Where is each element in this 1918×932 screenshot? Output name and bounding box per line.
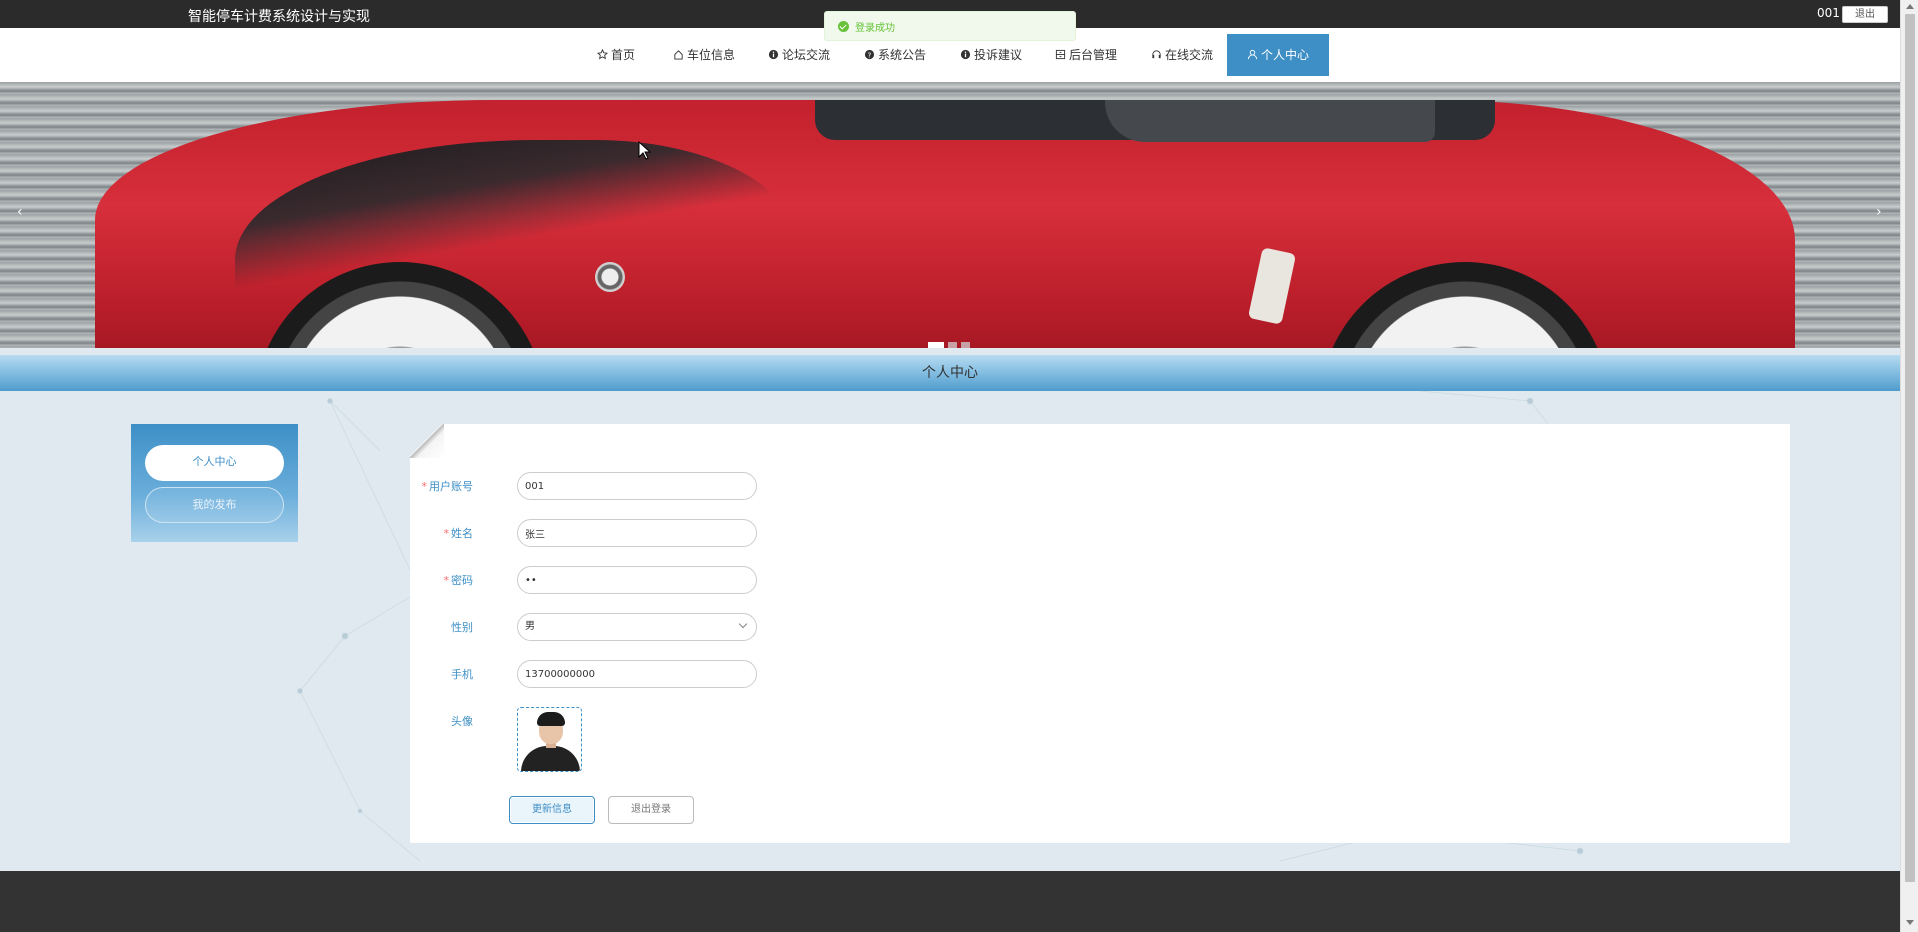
password-label: * 密码 (443, 574, 474, 587)
scroll-up-icon[interactable] (1906, 4, 1914, 9)
page-curl-decoration (410, 424, 444, 458)
top-logout-button[interactable]: 退出 (1842, 6, 1888, 23)
nav-label-home: 首页 (611, 48, 636, 62)
side-item-personal-center[interactable]: 个人中心 (145, 445, 284, 481)
vertical-scrollbar[interactable] (1900, 0, 1918, 932)
nav-item-parking-spaces[interactable]: 车位信息 (673, 28, 735, 82)
logout-button[interactable]: 退出登录 (608, 796, 694, 824)
banner-carousel: ‹ › (0, 82, 1900, 348)
home-icon (674, 50, 683, 60)
gender-label: 性别 (451, 621, 473, 634)
star-icon (597, 49, 608, 60)
car-badge (595, 262, 625, 292)
nav-label-forum: 论坛交流 (782, 48, 831, 62)
carousel-dot-2[interactable] (948, 342, 957, 348)
form-row-phone: 手机 (410, 660, 1790, 688)
svg-text:?: ? (868, 50, 872, 59)
form-row-avatar: 头像 (410, 707, 1790, 773)
carousel-dot-1[interactable] (928, 342, 944, 348)
name-label: * 姓名 (443, 527, 474, 540)
side-menu: 个人中心 我的发布 (131, 424, 298, 542)
question-circle-icon: ? (864, 49, 875, 59)
carousel-indicators (928, 337, 974, 348)
form-row-password: * 密码 (410, 566, 1790, 594)
gender-select-value: 男 (525, 621, 535, 632)
nav-label-complaints: 投诉建议 (974, 48, 1023, 62)
info-circle-icon (960, 49, 971, 60)
nav-label-announcements: 系统公告 (878, 48, 927, 62)
scrollbar-thumb[interactable] (1905, 14, 1915, 882)
section-header: 个人中心 (0, 355, 1900, 391)
scroll-down-icon[interactable] (1906, 920, 1914, 925)
footer (0, 871, 1900, 932)
profile-form-panel: *用户账号 *姓名 *密码 性别 男 手机 头像 更新信息 退出登录 (410, 424, 1790, 843)
nav-item-chat[interactable]: 在线交流 (1151, 28, 1213, 82)
account-label: * 用户账号 (421, 480, 474, 493)
carousel-dot-3[interactable] (961, 342, 970, 348)
nav-label-admin: 后台管理 (1069, 48, 1118, 62)
avatar-upload[interactable] (517, 707, 582, 772)
phone-label: 手机 (451, 668, 473, 681)
login-success-toast: 登录成功 (824, 11, 1076, 41)
avatar-label: 头像 (451, 715, 473, 728)
headset-icon (1152, 50, 1161, 59)
form-row-gender: 性别 男 (410, 613, 1790, 641)
update-info-button[interactable]: 更新信息 (509, 796, 595, 824)
nav-label-personal-center: 个人中心 (1261, 48, 1310, 62)
current-username: 001 (1817, 6, 1840, 20)
toast-message: 登录成功 (855, 23, 895, 34)
carousel-next-arrow[interactable]: › (1876, 204, 1882, 220)
side-item-my-posts[interactable]: 我的发布 (145, 487, 284, 523)
password-input[interactable] (517, 566, 757, 594)
check-circle-icon (838, 21, 849, 32)
nav-label-parking-spaces: 车位信息 (687, 48, 736, 62)
form-row-account: * 用户账号 (410, 472, 1790, 500)
nav-item-forum[interactable]: 论坛交流 (768, 28, 830, 82)
mouse-cursor-icon (638, 141, 652, 160)
nav-item-personal-center[interactable]: 个人中心 (1227, 34, 1330, 76)
gender-select[interactable]: 男 (517, 613, 757, 641)
user-icon (1247, 49, 1258, 60)
form-row-name: * 姓名 (410, 519, 1790, 547)
nav-item-home[interactable]: 首页 (597, 28, 635, 82)
section-title: 个人中心 (922, 365, 978, 381)
account-input[interactable] (517, 472, 757, 500)
phone-input[interactable] (517, 660, 757, 688)
name-input[interactable] (517, 519, 757, 547)
nav-label-chat: 在线交流 (1165, 48, 1214, 62)
cabinet-icon (1055, 49, 1066, 60)
carousel-prev-arrow[interactable]: ‹ (17, 204, 23, 220)
info-circle-icon (768, 49, 779, 60)
site-title: 智能停车计费系统设计与实现 (188, 9, 370, 25)
